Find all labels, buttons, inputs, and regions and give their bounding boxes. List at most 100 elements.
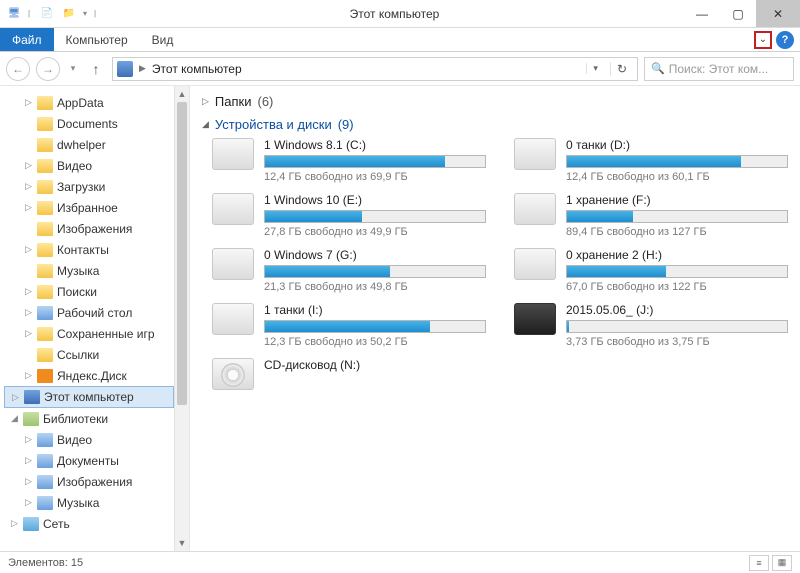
tree-item[interactable]: Documents bbox=[4, 113, 174, 134]
tree-item[interactable]: Ссылки bbox=[4, 344, 174, 365]
folder-icon bbox=[37, 433, 53, 447]
usage-bar bbox=[264, 265, 486, 278]
tree-item[interactable]: ▷Видео bbox=[4, 429, 174, 450]
tree-item[interactable]: ▷Загрузки bbox=[4, 176, 174, 197]
minimize-button[interactable]: — bbox=[684, 0, 720, 27]
back-button[interactable]: ← bbox=[6, 57, 30, 81]
drive-item[interactable]: 1 танки (I:)12,3 ГБ свободно из 50,2 ГБ bbox=[212, 303, 486, 348]
expand-icon[interactable]: ◢ bbox=[202, 119, 209, 130]
scroll-up-icon[interactable]: ▲ bbox=[175, 86, 189, 102]
group-header-folders[interactable]: ▷ Папки (6) bbox=[202, 94, 788, 109]
expand-icon[interactable]: ▷ bbox=[24, 497, 33, 508]
tree-item[interactable]: Изображения bbox=[4, 218, 174, 239]
qat-dropdown-icon[interactable]: ▾ bbox=[83, 9, 88, 18]
search-input[interactable]: 🔍 Поиск: Этот ком... bbox=[644, 57, 794, 81]
tree-item[interactable]: ▷AppData bbox=[4, 92, 174, 113]
group-header-devices[interactable]: ◢ Устройства и диски (9) bbox=[202, 117, 788, 132]
group-title: Устройства и диски bbox=[215, 117, 332, 132]
tree-item[interactable]: ▷ Изображения bbox=[4, 471, 174, 492]
drive-item[interactable]: 2015.05.06_ (J:)3,73 ГБ свободно из 3,75… bbox=[514, 303, 788, 348]
collapse-icon[interactable]: ▷ bbox=[202, 96, 209, 107]
tree-item[interactable]: ▷Избранное bbox=[4, 197, 174, 218]
tab-file[interactable]: Файл bbox=[0, 28, 54, 51]
scroll-down-icon[interactable]: ▼ bbox=[175, 535, 189, 551]
new-folder-icon[interactable]: 📁 bbox=[61, 6, 77, 22]
tree-item-label: Изображения bbox=[57, 475, 132, 489]
folder-icon bbox=[23, 517, 39, 531]
main-area: ▷AppDataDocumentsdwhelper ▷ Видео ▷Загрузки… bbox=[0, 86, 800, 551]
expand-icon[interactable]: ▷ bbox=[10, 518, 19, 529]
expand-icon[interactable]: ▷ bbox=[24, 370, 33, 381]
expand-icon[interactable]: ▷ bbox=[24, 307, 33, 318]
ribbon-expand-icon[interactable]: ⌄ bbox=[754, 31, 772, 49]
view-tiles-icon[interactable]: ▦ bbox=[772, 555, 792, 571]
expand-icon[interactable]: ▷ bbox=[24, 286, 33, 297]
expand-icon[interactable]: ▷ bbox=[24, 328, 33, 339]
tree-item[interactable]: ▷Сеть bbox=[4, 513, 174, 534]
group-folders: ▷ Папки (6) bbox=[202, 94, 788, 109]
expand-icon[interactable]: ▷ bbox=[24, 476, 33, 487]
drive-item[interactable]: CD-дисковод (N:) bbox=[212, 358, 486, 390]
close-button[interactable]: ✕ bbox=[756, 0, 800, 27]
expand-icon[interactable]: ▷ bbox=[24, 160, 33, 171]
tab-view[interactable]: Вид bbox=[140, 28, 186, 51]
expand-icon[interactable]: ▷ bbox=[24, 434, 33, 445]
refresh-icon[interactable]: ↻ bbox=[610, 62, 633, 76]
folder-icon bbox=[37, 369, 53, 383]
expand-icon[interactable]: ▷ bbox=[24, 455, 33, 466]
expand-icon[interactable]: ▷ bbox=[24, 97, 33, 108]
tree-item[interactable]: ▷Рабочий стол bbox=[4, 302, 174, 323]
tree-item[interactable]: ▷Музыка bbox=[4, 492, 174, 513]
drive-item[interactable]: 0 хранение 2 (H:)67,0 ГБ свободно из 122… bbox=[514, 248, 788, 293]
navigation-tree[interactable]: ▷AppDataDocumentsdwhelper ▷ Видео ▷Загрузки… bbox=[0, 86, 174, 551]
drive-free-space: 12,3 ГБ свободно из 50,2 ГБ bbox=[264, 336, 486, 348]
drive-item[interactable]: 1 Windows 8.1 (C:)12,4 ГБ свободно из 69… bbox=[212, 138, 486, 183]
drive-info: 1 Windows 10 (E:)27,8 ГБ свободно из 49,… bbox=[264, 193, 486, 238]
tree-item[interactable]: ◢Библиотеки bbox=[4, 408, 174, 429]
status-bar: Элементов: 15 ≡ ▦ bbox=[0, 551, 800, 573]
tree-item[interactable]: ▷ Видео bbox=[4, 155, 174, 176]
breadcrumb[interactable]: Этот компьютер bbox=[152, 62, 242, 76]
address-dropdown-icon[interactable]: ▾ bbox=[586, 63, 604, 74]
folder-icon bbox=[37, 475, 53, 489]
expand-icon[interactable]: ◢ bbox=[10, 413, 19, 424]
expand-icon[interactable]: ▷ bbox=[24, 202, 33, 213]
address-bar[interactable]: ▶ Этот компьютер ▾ ↻ bbox=[112, 57, 638, 81]
drive-item[interactable]: 0 танки (D:)12,4 ГБ свободно из 60,1 ГБ bbox=[514, 138, 788, 183]
usage-bar bbox=[264, 155, 486, 168]
tree-item[interactable]: ▷Поиски bbox=[4, 281, 174, 302]
drive-free-space: 67,0 ГБ свободно из 122 ГБ bbox=[566, 281, 788, 293]
drive-item[interactable]: 0 Windows 7 (G:)21,3 ГБ свободно из 49,8… bbox=[212, 248, 486, 293]
tree-item[interactable]: ▷Яндекс.Диск bbox=[4, 365, 174, 386]
tree-item-label: Изображения bbox=[57, 222, 132, 236]
tree-item[interactable]: dwhelper bbox=[4, 134, 174, 155]
tree-item[interactable]: Музыка bbox=[4, 260, 174, 281]
help-icon[interactable]: ? bbox=[776, 31, 794, 49]
drive-item[interactable]: 1 хранение (F:)89,4 ГБ свободно из 127 Г… bbox=[514, 193, 788, 238]
view-details-icon[interactable]: ≡ bbox=[749, 555, 769, 571]
up-button[interactable]: ↑ bbox=[86, 59, 106, 79]
properties-icon[interactable]: 📄 bbox=[39, 6, 55, 22]
expand-icon[interactable]: ▷ bbox=[11, 392, 20, 403]
scroll-track[interactable] bbox=[175, 102, 189, 535]
pc-icon bbox=[117, 61, 133, 77]
tree-item[interactable]: ▷Сохраненные игр bbox=[4, 323, 174, 344]
drive-free-space: 12,4 ГБ свободно из 60,1 ГБ bbox=[566, 171, 788, 183]
tree-item[interactable]: ▷Этот компьютер bbox=[4, 386, 174, 408]
tree-item-label: Видео bbox=[57, 159, 92, 173]
history-dropdown-icon[interactable]: ▾ bbox=[66, 57, 80, 81]
drive-item[interactable]: 1 Windows 10 (E:)27,8 ГБ свободно из 49,… bbox=[212, 193, 486, 238]
expand-icon[interactable]: ▷ bbox=[24, 244, 33, 255]
tree-item[interactable]: ▷Документы bbox=[4, 450, 174, 471]
scroll-thumb[interactable] bbox=[177, 102, 187, 405]
tree-scrollbar[interactable]: ▲ ▼ bbox=[174, 86, 189, 551]
drive-name: CD-дисковод (N:) bbox=[264, 358, 486, 372]
maximize-button[interactable]: ▢ bbox=[720, 0, 756, 27]
tree-item[interactable]: ▷Контакты bbox=[4, 239, 174, 260]
chevron-right-icon[interactable]: ▶ bbox=[139, 63, 146, 74]
quick-access-toolbar: 🖥 | 📄 📁 ▾ | bbox=[0, 6, 105, 22]
expand-icon[interactable]: ▷ bbox=[24, 181, 33, 192]
drive-name: 1 Windows 8.1 (C:) bbox=[264, 138, 486, 152]
tab-computer[interactable]: Компьютер bbox=[54, 28, 140, 51]
forward-button[interactable]: → bbox=[36, 57, 60, 81]
